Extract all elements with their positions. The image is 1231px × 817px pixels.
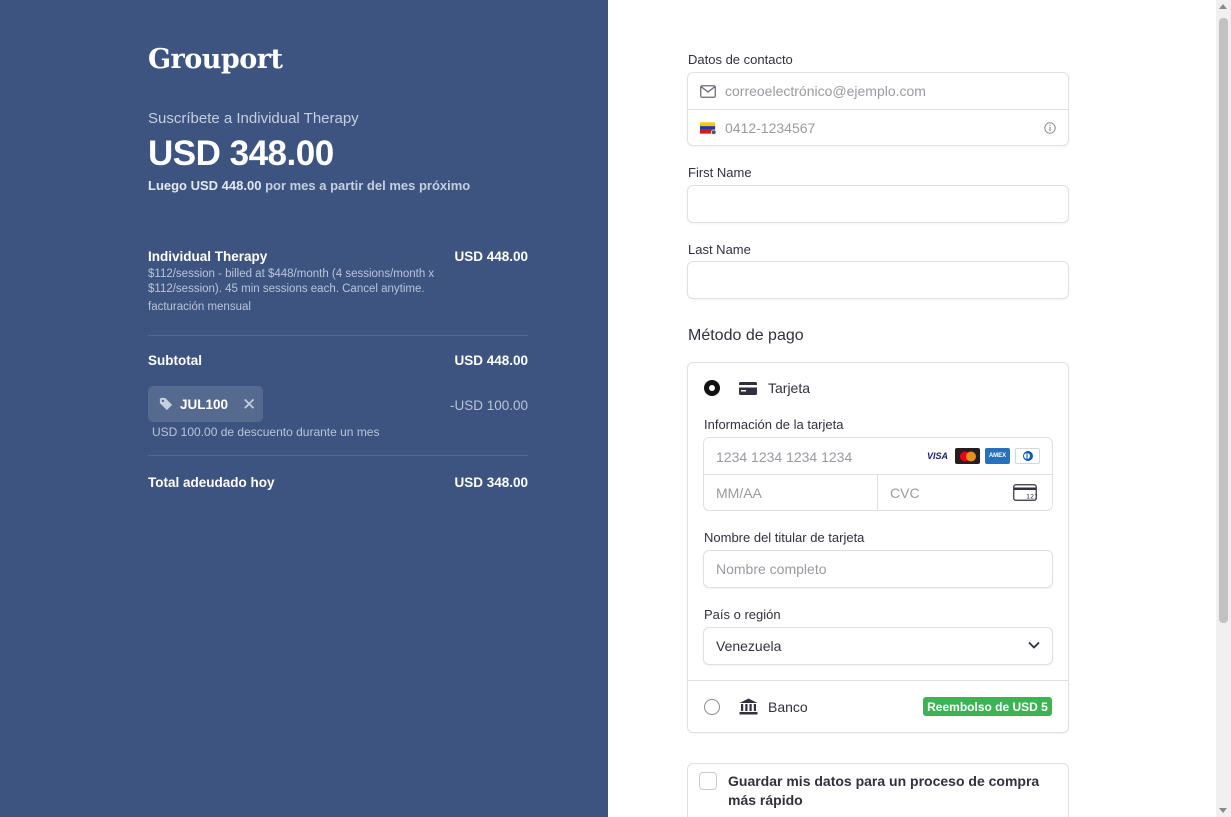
phone-placeholder: 0412-1234567 [725, 119, 816, 136]
line-item: Individual Therapy USD 448.00 $112/sessi… [148, 249, 528, 313]
scroll-up-arrow-icon[interactable] [1219, 4, 1227, 9]
payment-method-title: Método de pago [688, 327, 804, 344]
email-field[interactable]: correoelectrónico@ejemplo.com [688, 73, 1068, 109]
bank-rebate-badge: Reembolso de USD 5 [923, 697, 1052, 716]
amex-icon: AMEX [985, 448, 1010, 464]
total-value: USD 348.00 [454, 475, 528, 490]
tag-icon [159, 397, 173, 411]
remove-promo-close-icon[interactable]: ✕ [242, 396, 256, 413]
promo-code-chip: JUL100 ✕ [148, 386, 263, 422]
cvc-input[interactable]: CVC [890, 485, 920, 501]
email-placeholder: correoelectrónico@ejemplo.com [725, 83, 926, 99]
chevron-down-icon [1028, 641, 1040, 649]
country-select[interactable]: Venezuela [703, 627, 1053, 665]
grouport-logo[interactable]: Grouport [148, 44, 283, 75]
venezuela-flag-icon[interactable] [700, 119, 717, 136]
cardholder-label: Nombre del titular de tarjeta [704, 530, 865, 545]
recurring-amount: Luego USD 448.00 [148, 178, 262, 193]
info-icon[interactable] [1044, 122, 1056, 134]
subtotal-value: USD 448.00 [454, 353, 528, 368]
expiry-input[interactable]: MM/AA [716, 485, 762, 501]
recurring-note: Luego USD 448.00 por mes a partir del me… [148, 178, 470, 193]
promo-code: JUL100 [180, 396, 229, 412]
card-details-box: 1234 1234 1234 1234 VISA AMEX MM/AA CVC … [703, 437, 1053, 511]
cardholder-input[interactable]: Nombre completo [703, 550, 1053, 588]
subtotal-row: Subtotal USD 448.00 [148, 353, 528, 368]
scroll-down-arrow-icon[interactable] [1219, 808, 1227, 813]
country-label: País o región [704, 607, 781, 622]
save-info-label[interactable]: Guardar mis datos para un proceso de com… [728, 772, 1058, 810]
country-value: Venezuela [716, 638, 782, 654]
bank-option-label[interactable]: Banco [768, 699, 808, 715]
save-info-checkbox[interactable] [699, 772, 717, 790]
phone-field[interactable]: 0412-1234567 [688, 109, 1068, 145]
svg-text:123: 123 [1026, 493, 1037, 501]
discount-value: -USD 100.00 [449, 398, 528, 413]
card-field-divider [877, 474, 878, 511]
credit-card-icon [739, 382, 757, 395]
last-name-input[interactable] [687, 261, 1069, 299]
card-radio[interactable] [704, 380, 720, 396]
line-item-description: $112/session - billed at $448/month (4 s… [148, 268, 435, 295]
cvc-card-icon: 123 [1013, 484, 1037, 501]
bank-radio[interactable] [704, 699, 720, 715]
divider [148, 455, 528, 456]
card-field-divider [704, 474, 1052, 475]
envelope-icon [700, 83, 717, 100]
order-summary-panel: Grouport Suscríbete a Individual Therapy… [0, 0, 608, 817]
scrollbar-thumb[interactable] [1219, 18, 1228, 623]
recurring-suffix: por mes a partir del mes próximo [265, 178, 471, 193]
page-scrollbar[interactable] [1216, 0, 1231, 817]
first-name-input[interactable] [687, 185, 1069, 223]
contact-title: Datos de contacto [688, 52, 793, 67]
subscribe-label: Suscríbete a Individual Therapy [148, 110, 359, 127]
subtotal-label: Subtotal [148, 353, 202, 368]
payment-divider [688, 680, 1068, 681]
line-item-billing: facturación mensual [148, 301, 251, 313]
mastercard-icon [955, 448, 980, 464]
total-row: Total adeudado hoy USD 348.00 [148, 475, 528, 490]
bank-icon [739, 698, 758, 715]
diners-club-icon [1015, 448, 1040, 464]
discount-note: USD 100.00 de descuento durante un mes [152, 425, 380, 439]
card-brands: VISA AMEX [925, 448, 1040, 464]
total-label: Total adeudado hoy [148, 475, 275, 490]
card-number-input[interactable]: 1234 1234 1234 1234 [716, 449, 852, 465]
divider [148, 335, 528, 336]
today-price: USD 348.00 [148, 134, 334, 173]
contact-fields: correoelectrónico@ejemplo.com 0412-12345… [687, 72, 1069, 146]
first-name-label: First Name [688, 165, 752, 180]
card-info-label: Información de la tarjeta [704, 417, 844, 432]
line-item-price: USD 448.00 [454, 249, 528, 264]
last-name-label: Last Name [688, 242, 751, 257]
card-option-label[interactable]: Tarjeta [768, 380, 810, 396]
visa-icon: VISA [925, 448, 950, 464]
